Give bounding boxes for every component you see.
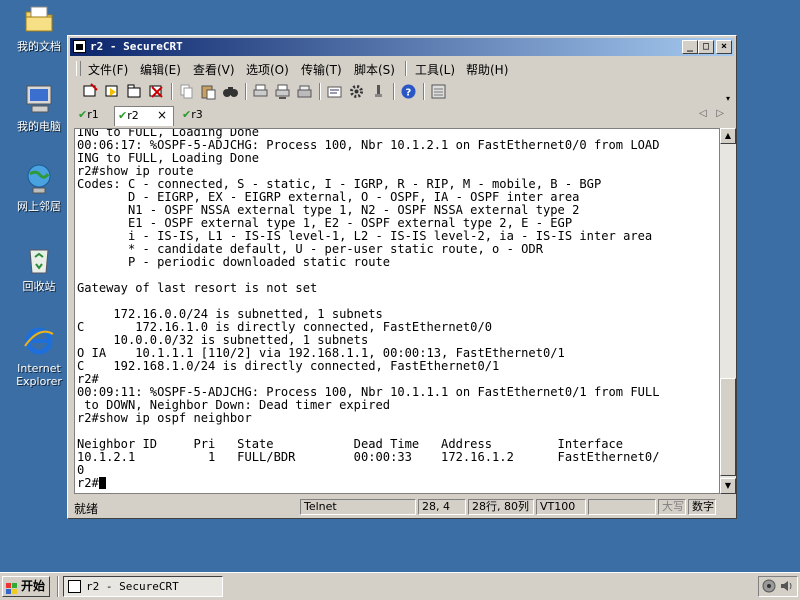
connected-check-icon: ✔ xyxy=(182,108,192,121)
tab-scroll-right-icon[interactable]: ▷ xyxy=(716,108,724,119)
scroll-thumb[interactable] xyxy=(720,378,736,476)
close-button[interactable]: × xyxy=(716,40,732,54)
terminal-scrollbar[interactable]: ▲ ▼ xyxy=(720,128,736,494)
help-icon[interactable]: ? xyxy=(400,83,417,100)
session-options-icon[interactable] xyxy=(326,83,343,100)
disconnect-icon[interactable] xyxy=(148,83,165,100)
copy-icon[interactable] xyxy=(178,83,195,100)
toolbar-overflow-chevron-icon[interactable]: ▾ xyxy=(726,94,730,103)
scroll-down-button[interactable]: ▼ xyxy=(720,478,736,494)
status-size: 28行, 80列 xyxy=(468,499,534,515)
menu-view[interactable]: 查看(V) xyxy=(193,61,235,78)
terminal-app-icon xyxy=(73,40,86,53)
tab-close-icon[interactable]: × xyxy=(157,108,167,122)
taskbar-item-securecrt[interactable]: r2 - SecureCRT xyxy=(63,576,223,597)
window-titlebar[interactable]: r2 - SecureCRT _ □ × xyxy=(70,38,734,56)
menu-transfer[interactable]: 传输(T) xyxy=(301,61,342,78)
minimize-button[interactable]: _ xyxy=(682,40,698,54)
terminal-line: C 192.168.1.0/24 is directly connected, … xyxy=(77,359,500,373)
recycle-bin-icon xyxy=(22,242,56,276)
quick-connect-icon[interactable] xyxy=(104,83,121,100)
window-title: r2 - SecureCRT xyxy=(90,40,183,53)
terminal-prompt: r2# xyxy=(77,476,99,490)
connect-icon[interactable] xyxy=(82,83,99,100)
tab-scroll-arrows[interactable]: ◁ ▷ xyxy=(699,108,724,119)
terminal-cursor xyxy=(98,477,106,489)
menu-options[interactable]: 选项(O) xyxy=(246,61,289,78)
tab-r1[interactable]: ✔r1 xyxy=(78,108,110,124)
toolbar-separator xyxy=(245,83,247,100)
keymap-icon[interactable] xyxy=(370,83,387,100)
tab-scroll-left-icon[interactable]: ◁ xyxy=(699,108,707,119)
terminal-prompt-line: r2# xyxy=(77,477,659,490)
status-blank xyxy=(588,499,656,515)
menubar-grip xyxy=(76,61,81,76)
toolbar-separator xyxy=(393,83,395,100)
keypad-icon[interactable] xyxy=(430,83,447,100)
print-selection-icon[interactable] xyxy=(274,83,291,100)
find-icon[interactable] xyxy=(222,83,239,100)
status-bar: 就绪 Telnet 28, 4 28行, 80列 VT100 大写 数字 xyxy=(70,498,734,516)
tray-volume-icon[interactable] xyxy=(779,579,793,596)
print-screen-icon[interactable] xyxy=(296,83,313,100)
securecrt-window: r2 - SecureCRT _ □ × 文件(F) 编辑(E) 查看(V) 选项(… xyxy=(67,35,737,519)
tray-network-icon[interactable] xyxy=(762,579,776,596)
windows-flag-icon xyxy=(6,581,18,594)
tab-r2[interactable]: ✔r2 × xyxy=(114,106,174,126)
computer-icon xyxy=(22,82,56,116)
status-ready: 就绪 xyxy=(74,502,99,516)
tab-r3[interactable]: ✔r3 xyxy=(182,108,214,124)
scroll-up-button[interactable]: ▲ xyxy=(720,128,736,144)
toolbar-separator xyxy=(423,83,425,100)
maximize-button[interactable]: □ xyxy=(698,40,714,54)
status-emulation: VT100 xyxy=(536,499,586,515)
global-options-icon[interactable] xyxy=(348,83,365,100)
toolbar: ? ▾ xyxy=(72,80,732,104)
menu-tools[interactable]: 工具(L) xyxy=(415,61,455,78)
menu-edit[interactable]: 编辑(E) xyxy=(140,61,181,78)
internet-explorer-icon xyxy=(22,324,56,358)
menu-help[interactable]: 帮助(H) xyxy=(466,61,508,78)
terminal-line: 10.1.2.1 1 FULL/BDR 00:00:33 172.16.1.2 … xyxy=(77,450,660,464)
session-tabs: ✔r1 ✔r2 × ✔r3 ◁ ▷ xyxy=(72,106,732,126)
status-protocol: Telnet xyxy=(300,499,416,515)
taskbar-separator xyxy=(57,576,59,597)
menu-bar: 文件(F) 编辑(E) 查看(V) 选项(O) 传输(T) 脚本(S) 工具(L… xyxy=(72,58,732,78)
terminal-line: r2#show ip ospf neighbor xyxy=(77,411,252,425)
terminal-screen[interactable]: ING to FULL, Loading Done 00:06:17: %OSPF… xyxy=(74,128,720,494)
terminal-app-icon xyxy=(68,580,81,593)
taskbar-item-label: r2 - SecureCRT xyxy=(86,580,179,593)
connected-check-icon: ✔ xyxy=(78,108,88,121)
status-num: 数字 xyxy=(688,499,716,515)
print-icon[interactable] xyxy=(252,83,269,100)
connect-in-tab-icon[interactable] xyxy=(126,83,143,100)
terminal-output: ING to FULL, Loading Done 00:06:17: %OSPF… xyxy=(77,129,660,490)
svg-text:?: ? xyxy=(406,88,412,99)
toolbar-separator xyxy=(319,83,321,100)
taskbar: 开始 r2 - SecureCRT xyxy=(0,572,800,600)
terminal-line: Gateway of last resort is not set xyxy=(77,281,318,295)
terminal-line: P - periodic downloaded static route xyxy=(77,255,391,269)
paste-icon[interactable] xyxy=(200,83,217,100)
start-button[interactable]: 开始 xyxy=(2,576,50,597)
status-caps: 大写 xyxy=(658,499,686,515)
folder-icon xyxy=(22,2,56,36)
menu-separator xyxy=(405,61,407,76)
start-label: 开始 xyxy=(21,579,46,593)
system-tray xyxy=(758,576,798,597)
connected-check-icon: ✔ xyxy=(118,109,128,122)
menu-script[interactable]: 脚本(S) xyxy=(354,61,395,78)
toolbar-separator xyxy=(171,83,173,100)
status-cursor-pos: 28, 4 xyxy=(418,499,466,515)
menu-file[interactable]: 文件(F) xyxy=(88,61,128,78)
terminal-line: 0 xyxy=(77,463,85,477)
network-globe-icon xyxy=(22,162,56,196)
